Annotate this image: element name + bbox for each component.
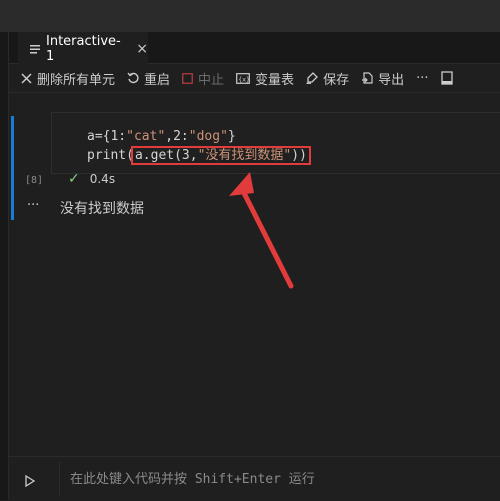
check-icon: ✓ — [68, 171, 80, 187]
code-string: "没有找到数据" — [197, 148, 292, 163]
export-label: 导出 — [378, 72, 405, 88]
run-button[interactable] — [25, 472, 36, 491]
interrupt-label: 中止 — [198, 72, 225, 88]
variables-icon: {x} — [236, 72, 250, 84]
activity-rail — [0, 32, 9, 500]
save-icon — [306, 72, 318, 84]
stop-icon — [182, 72, 193, 84]
svg-text:{x}: {x} — [238, 75, 250, 83]
clear-all-label: 删除所有单元 — [37, 72, 116, 88]
cell-focus-bar — [11, 116, 14, 196]
close-icon[interactable]: × — [136, 41, 148, 57]
code-input[interactable] — [59, 461, 500, 497]
execution-status: ✓ 0.4s — [68, 171, 115, 187]
panel-toggle-button[interactable] — [440, 71, 458, 85]
tab-interactive-1[interactable]: Interactive-1 × — [18, 32, 148, 64]
code-string: "dog" — [188, 129, 228, 144]
code-token: print( — [87, 148, 134, 163]
output-menu-icon[interactable]: ··· — [27, 198, 39, 213]
export-button[interactable]: 导出 — [361, 69, 404, 88]
variables-label: 变量表 — [255, 72, 295, 88]
code-token: ,2: — [165, 129, 189, 144]
code-token: a.get(3, — [134, 148, 198, 163]
code-token: } — [227, 129, 236, 144]
cell-output: 没有找到数据 — [60, 201, 144, 217]
more-actions-button[interactable]: ··· — [416, 71, 428, 86]
restart-button[interactable]: 重启 — [127, 69, 170, 88]
highlight-box: a.get(3,"没有找到数据")) — [130, 146, 311, 165]
panel-icon — [440, 71, 453, 85]
list-icon — [30, 44, 40, 54]
execution-duration: 0.4s — [89, 172, 116, 186]
more-icon: ··· — [416, 70, 429, 86]
execution-count: [8] — [25, 175, 44, 186]
code-string: "cat" — [126, 129, 166, 144]
save-button[interactable]: 保存 — [306, 69, 349, 88]
output-focus-bar — [11, 196, 14, 220]
interactive-input-bar — [9, 456, 500, 501]
interrupt-button[interactable]: 中止 — [182, 69, 224, 88]
tab-label: Interactive-1 — [46, 33, 121, 64]
tab-bar: Interactive-1 × — [9, 32, 500, 64]
code-token: )) — [291, 148, 307, 163]
export-icon — [362, 72, 373, 84]
save-label: 保存 — [323, 72, 350, 88]
restart-icon — [127, 72, 139, 84]
variables-button[interactable]: {x} 变量表 — [236, 69, 294, 88]
toolbar: 删除所有单元 重启 中止 {x} 变量表 保存 导出 ··· — [9, 64, 500, 93]
restart-label: 重启 — [144, 72, 171, 88]
code-editor[interactable]: a={1:"cat",2:"dog"} print(a.get(3,"没有找到数… — [51, 112, 500, 174]
code-token: a={1: — [87, 129, 127, 144]
close-icon — [21, 72, 32, 84]
clear-all-button[interactable]: 删除所有单元 — [21, 69, 115, 88]
title-strip — [0, 0, 500, 32]
play-icon — [25, 474, 36, 488]
code-text: a={1:"cat",2:"dog"} print(a.get(3,"没有找到数… — [87, 127, 311, 165]
